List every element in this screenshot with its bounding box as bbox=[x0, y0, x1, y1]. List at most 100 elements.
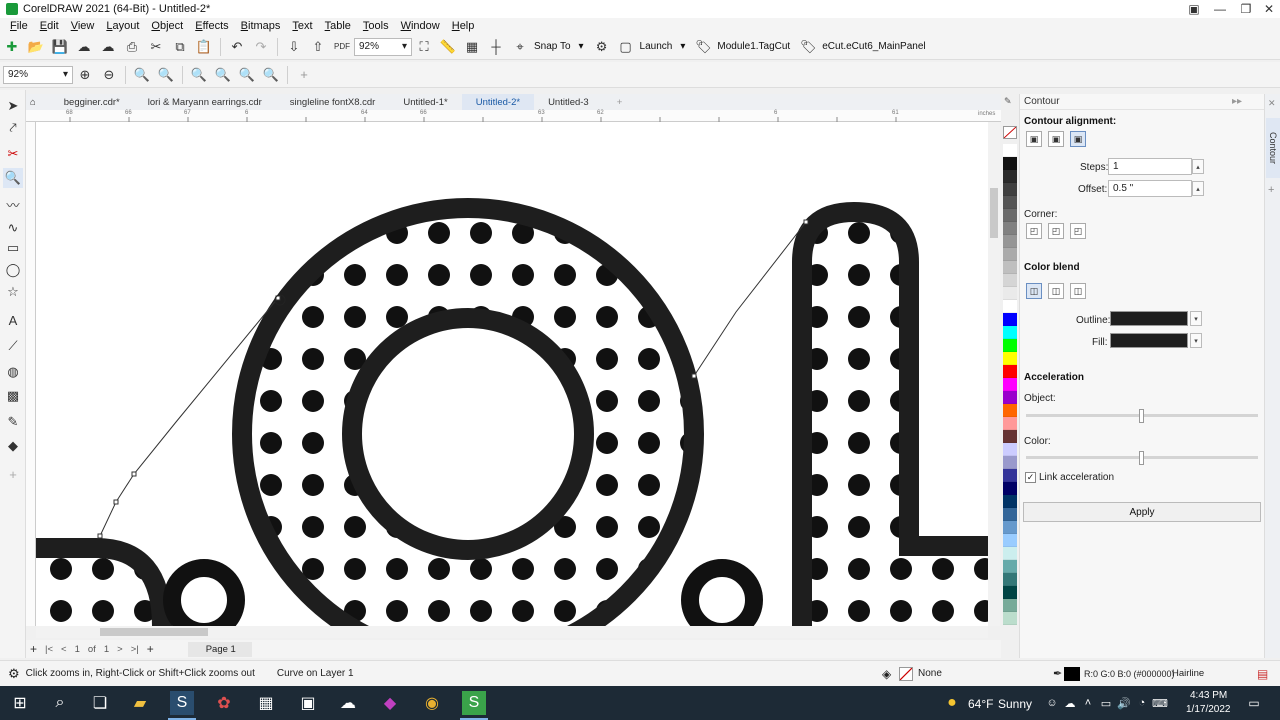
home-icon[interactable]: ⌂ bbox=[26, 94, 50, 110]
interactive-fill-icon[interactable]: ◆ bbox=[3, 436, 23, 456]
tab-untitled-1[interactable]: Untitled-1* bbox=[389, 94, 461, 110]
freehand-tool-icon[interactable]: 〰 bbox=[3, 194, 23, 214]
counterclockwise-color-blend-icon[interactable]: ◫ bbox=[1070, 283, 1086, 299]
zoom-tool-icon[interactable]: 🔍 bbox=[3, 168, 23, 188]
small-ring-shape[interactable] bbox=[681, 559, 763, 626]
dimension-tool-icon[interactable]: ⟋ bbox=[3, 336, 23, 356]
add-docker-icon[interactable]: + bbox=[1268, 184, 1274, 196]
chrome-icon[interactable]: ◉ bbox=[420, 691, 444, 715]
palette-swatch[interactable] bbox=[1003, 352, 1017, 365]
palette-swatch[interactable] bbox=[1003, 378, 1017, 391]
eyedropper-tool-icon[interactable]: ✎ bbox=[3, 412, 23, 432]
palette-swatch[interactable] bbox=[1003, 599, 1017, 612]
menu-text[interactable]: Text bbox=[292, 20, 312, 32]
apply-button[interactable]: Apply bbox=[1023, 502, 1261, 522]
palette-swatch[interactable] bbox=[1003, 404, 1017, 417]
outline-pen-icon[interactable]: ✒ bbox=[1053, 667, 1062, 680]
macro-tag-icon[interactable]: 🏷 bbox=[693, 37, 713, 57]
zoom-to-page-height-icon[interactable]: 🔍 bbox=[237, 65, 257, 85]
vertical-ruler[interactable] bbox=[26, 122, 36, 626]
publish-pdf-icon[interactable]: PDF bbox=[332, 37, 352, 57]
vertical-scrollbar[interactable] bbox=[988, 122, 1000, 626]
minimize-button[interactable]: — bbox=[1207, 0, 1233, 18]
menu-edit[interactable]: Edit bbox=[40, 20, 59, 32]
next-page-icon[interactable]: > bbox=[117, 644, 123, 655]
bevel-corner-icon[interactable]: ◰ bbox=[1070, 223, 1086, 239]
scrollbar-thumb[interactable] bbox=[100, 628, 208, 636]
pick-tool-icon[interactable]: ➤ bbox=[3, 96, 23, 116]
mitered-corner-icon[interactable]: ◰ bbox=[1026, 223, 1042, 239]
new-tab-icon[interactable]: + bbox=[603, 94, 637, 110]
artwork[interactable] bbox=[36, 122, 988, 626]
rectangle-tool-icon[interactable]: ▭ bbox=[3, 238, 23, 258]
transparency-tool-icon[interactable]: ▩ bbox=[3, 386, 23, 406]
new-document-icon[interactable]: ✚ bbox=[2, 37, 22, 57]
interactive-tools-icon[interactable]: ◍ bbox=[3, 362, 23, 382]
menu-file[interactable]: File bbox=[10, 20, 28, 32]
chevron-down-icon[interactable]: ▾ bbox=[1190, 311, 1202, 326]
rulers-icon[interactable]: 📏 bbox=[438, 37, 458, 57]
grid-icon[interactable]: ▦ bbox=[462, 37, 482, 57]
open-folder-icon[interactable]: 📂 bbox=[26, 37, 46, 57]
file-explorer-icon[interactable]: ▰ bbox=[128, 691, 152, 715]
page-tab[interactable]: Page 1 bbox=[187, 641, 252, 657]
zoom-to-page-width-icon[interactable]: 🔍 bbox=[213, 65, 233, 85]
paint-app-icon[interactable]: ✿ bbox=[212, 691, 236, 715]
menu-table[interactable]: Table bbox=[325, 20, 351, 32]
palette-swatch[interactable] bbox=[1003, 482, 1017, 495]
ecut-mainpanel-button[interactable]: eCut.eCut6_MainPanel bbox=[822, 41, 925, 52]
palette-swatch[interactable] bbox=[1003, 144, 1017, 157]
horizontal-ruler[interactable]: 68 66 67 6 64 66 63 62 6 61 inches bbox=[26, 110, 1001, 122]
left-partial-shape[interactable] bbox=[36, 538, 172, 626]
palette-swatch[interactable] bbox=[1003, 469, 1017, 482]
tab-singleline-font[interactable]: singleline fontX8.cdr bbox=[276, 94, 390, 110]
crop-tool-icon[interactable]: ✂ bbox=[3, 144, 23, 164]
undo-icon[interactable]: ↶ bbox=[227, 37, 247, 57]
snap-to-dropdown[interactable]: Snap To bbox=[534, 41, 571, 52]
palette-swatch[interactable] bbox=[1003, 339, 1017, 352]
palette-swatch[interactable] bbox=[1003, 365, 1017, 378]
zoom-to-all-objects-icon[interactable]: 🔍 bbox=[156, 65, 176, 85]
menu-view[interactable]: View bbox=[71, 20, 95, 32]
no-fill-swatch[interactable] bbox=[899, 666, 913, 681]
guidelines-icon[interactable]: ┼ bbox=[486, 37, 506, 57]
weather-temp[interactable]: 64°F bbox=[968, 697, 993, 711]
gear-icon[interactable]: ⚙ bbox=[8, 666, 20, 682]
palette-swatch[interactable] bbox=[1003, 274, 1017, 287]
palette-swatch[interactable] bbox=[1003, 222, 1017, 235]
palette-swatch[interactable] bbox=[1003, 313, 1017, 326]
application-launcher-icon[interactable]: ▢ bbox=[616, 37, 636, 57]
paste-icon[interactable]: 📋 bbox=[194, 37, 214, 57]
palette-swatch[interactable] bbox=[1003, 326, 1017, 339]
palette-swatch[interactable] bbox=[1003, 521, 1017, 534]
redo-icon[interactable]: ↷ bbox=[251, 37, 271, 57]
steps-spinner[interactable]: ▴ bbox=[1192, 159, 1204, 174]
palette-swatch[interactable] bbox=[1003, 430, 1017, 443]
tab-lori-maryann[interactable]: lori & Maryann earrings.cdr bbox=[134, 94, 276, 110]
zoom-to-selected-icon[interactable]: 🔍 bbox=[132, 65, 152, 85]
menu-bitmaps[interactable]: Bitmaps bbox=[241, 20, 281, 32]
color-app-icon[interactable]: ◆ bbox=[378, 691, 402, 715]
color-proof-icon[interactable]: ▤ bbox=[1257, 667, 1268, 681]
outline-color-swatch[interactable] bbox=[1064, 666, 1080, 681]
palette-swatch[interactable] bbox=[1003, 508, 1017, 521]
palette-swatch[interactable] bbox=[1003, 183, 1017, 196]
artistic-media-icon[interactable]: ∿ bbox=[3, 218, 23, 238]
cut-icon[interactable]: ✂ bbox=[146, 37, 166, 57]
property-zoom-combo[interactable]: 92% ▾ bbox=[3, 65, 73, 84]
offset-spinner[interactable]: ▴ bbox=[1192, 181, 1204, 196]
steps-input[interactable]: 1 bbox=[1108, 158, 1192, 175]
link-acceleration-checkbox[interactable]: ✓ bbox=[1025, 472, 1036, 483]
palette-swatch[interactable] bbox=[1003, 300, 1017, 313]
object-slider-handle[interactable] bbox=[1139, 409, 1144, 423]
letter-l-shape[interactable] bbox=[792, 201, 988, 626]
small-ring-shape[interactable] bbox=[163, 559, 245, 626]
cloud-upload-icon[interactable]: ☁ bbox=[74, 37, 94, 57]
menu-tools[interactable]: Tools bbox=[363, 20, 389, 32]
shape-tool-icon[interactable]: ⤤ bbox=[3, 118, 23, 138]
options-gear-icon[interactable]: ⚙ bbox=[592, 37, 612, 57]
palette-swatch[interactable] bbox=[1003, 612, 1017, 625]
palette-swatch[interactable] bbox=[1003, 495, 1017, 508]
palette-swatch[interactable] bbox=[1003, 235, 1017, 248]
zoom-in-icon[interactable]: ⊕ bbox=[75, 65, 95, 85]
